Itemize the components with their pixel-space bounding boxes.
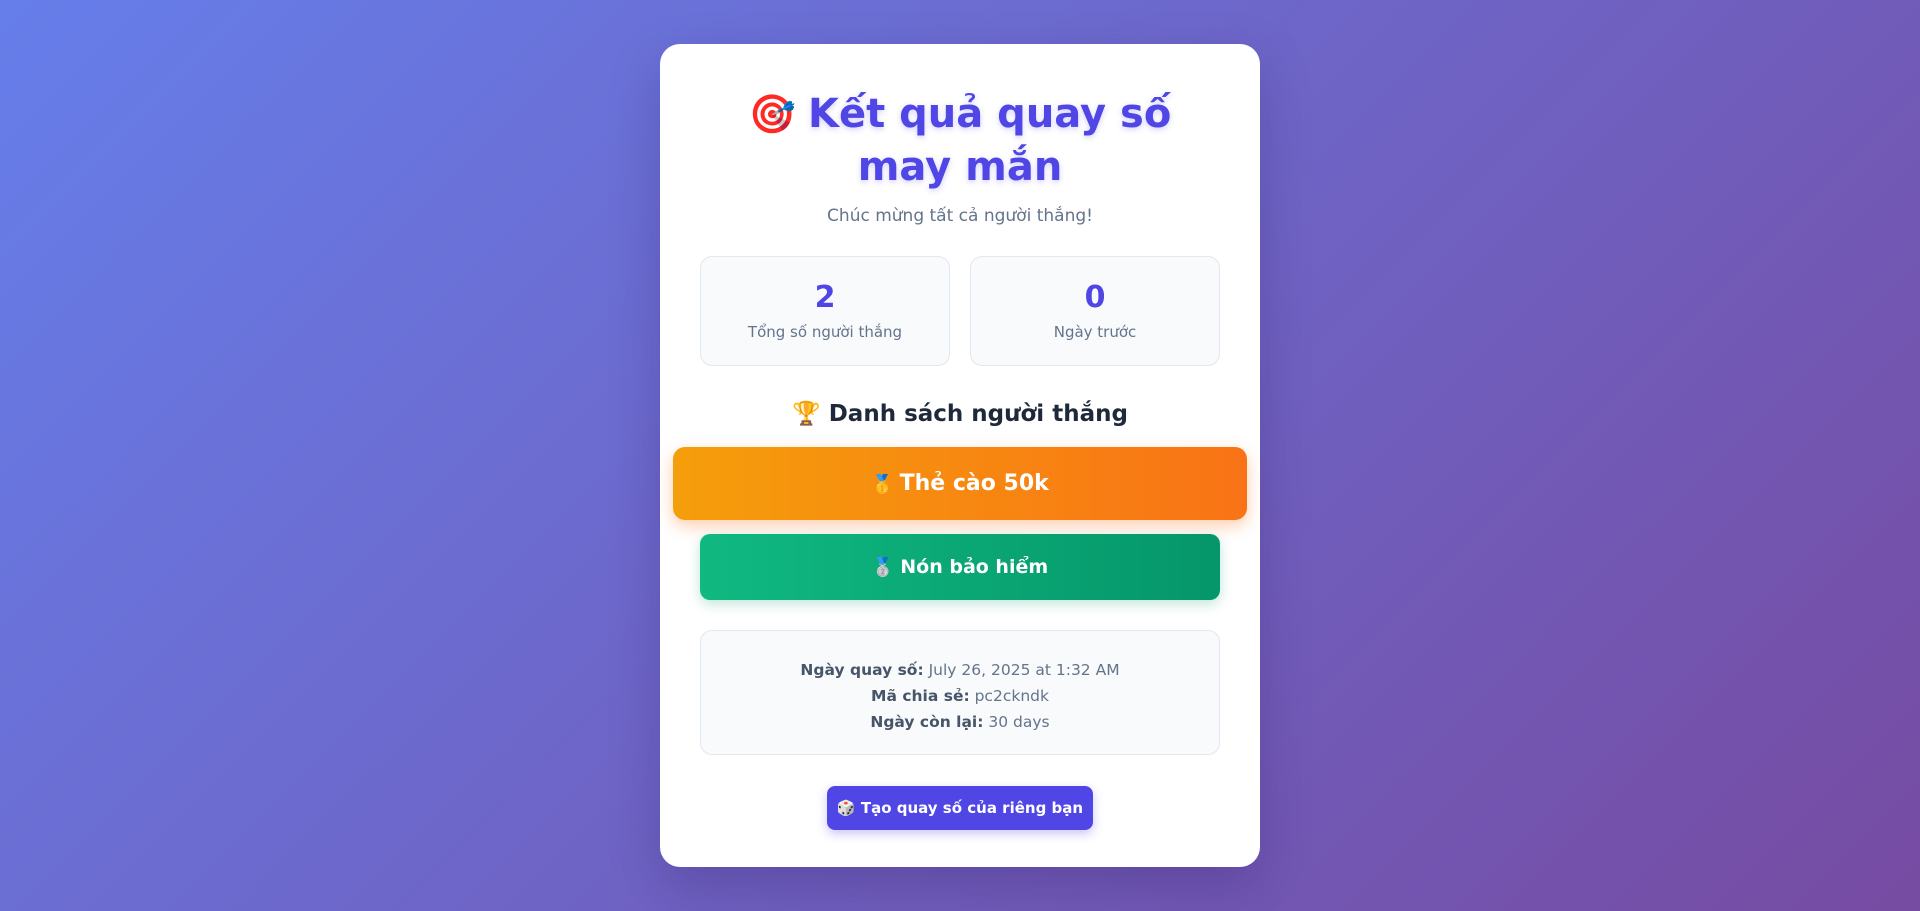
create-draw-button[interactable]: 🎲 Tạo quay số của riêng bạn bbox=[827, 786, 1093, 830]
share-code-label: Mã chia sẻ: bbox=[871, 687, 970, 705]
stat-total-winners: 2 Tổng số người thắng bbox=[700, 256, 950, 366]
stat-value: 0 bbox=[1084, 280, 1106, 315]
draw-date-row: Ngày quay số: July 26, 2025 at 1:32 AM bbox=[701, 657, 1219, 683]
remaining-days-row: Ngày còn lại: 30 days bbox=[701, 709, 1219, 735]
remaining-days-value: 30 days bbox=[988, 713, 1050, 731]
winners-section-title-text: Danh sách người thắng bbox=[828, 401, 1128, 427]
share-code-value: pc2ckndk bbox=[974, 687, 1049, 705]
stat-label: Tổng số người thắng bbox=[747, 323, 903, 341]
stat-days-ago: 0 Ngày trước bbox=[970, 256, 1220, 366]
winner-prize: Thẻ cào 50k bbox=[899, 471, 1049, 496]
winners-section-title: 🏆 Danh sách người thắng bbox=[700, 400, 1220, 427]
target-icon: 🎯 bbox=[748, 92, 796, 136]
stats-row: 2 Tổng số người thắng 0 Ngày trước bbox=[700, 256, 1220, 366]
winner-item-first: 🥇 Thẻ cào 50k bbox=[673, 447, 1247, 520]
stat-label: Ngày trước bbox=[1053, 323, 1137, 341]
dice-icon: 🎲 bbox=[836, 799, 856, 817]
trophy-icon: 🏆 bbox=[792, 401, 821, 427]
page-subtitle: Chúc mừng tất cả người thắng! bbox=[827, 206, 1093, 226]
stat-value: 2 bbox=[814, 280, 836, 315]
draw-date-value: July 26, 2025 at 1:32 AM bbox=[928, 661, 1120, 679]
silver-medal-icon: 🥈 bbox=[871, 557, 895, 578]
draw-date-label: Ngày quay số: bbox=[800, 661, 924, 679]
draw-info-box: Ngày quay số: July 26, 2025 at 1:32 AM M… bbox=[700, 630, 1220, 755]
winner-prize: Nón bảo hiểm bbox=[900, 556, 1049, 578]
page-title-text: Kết quả quay số may mắn bbox=[807, 91, 1172, 190]
page-title: 🎯 Kết quả quay số may mắn bbox=[740, 88, 1180, 194]
results-card: 🎯 Kết quả quay số may mắn Chúc mừng tất c… bbox=[660, 44, 1260, 867]
winner-item-second: 🥈 Nón bảo hiểm bbox=[700, 534, 1220, 600]
gold-medal-icon: 🥇 bbox=[871, 474, 894, 495]
create-draw-button-label: Tạo quay số của riêng bạn bbox=[860, 799, 1084, 817]
share-code-row: Mã chia sẻ: pc2ckndk bbox=[701, 683, 1219, 709]
remaining-days-label: Ngày còn lại: bbox=[870, 713, 984, 731]
